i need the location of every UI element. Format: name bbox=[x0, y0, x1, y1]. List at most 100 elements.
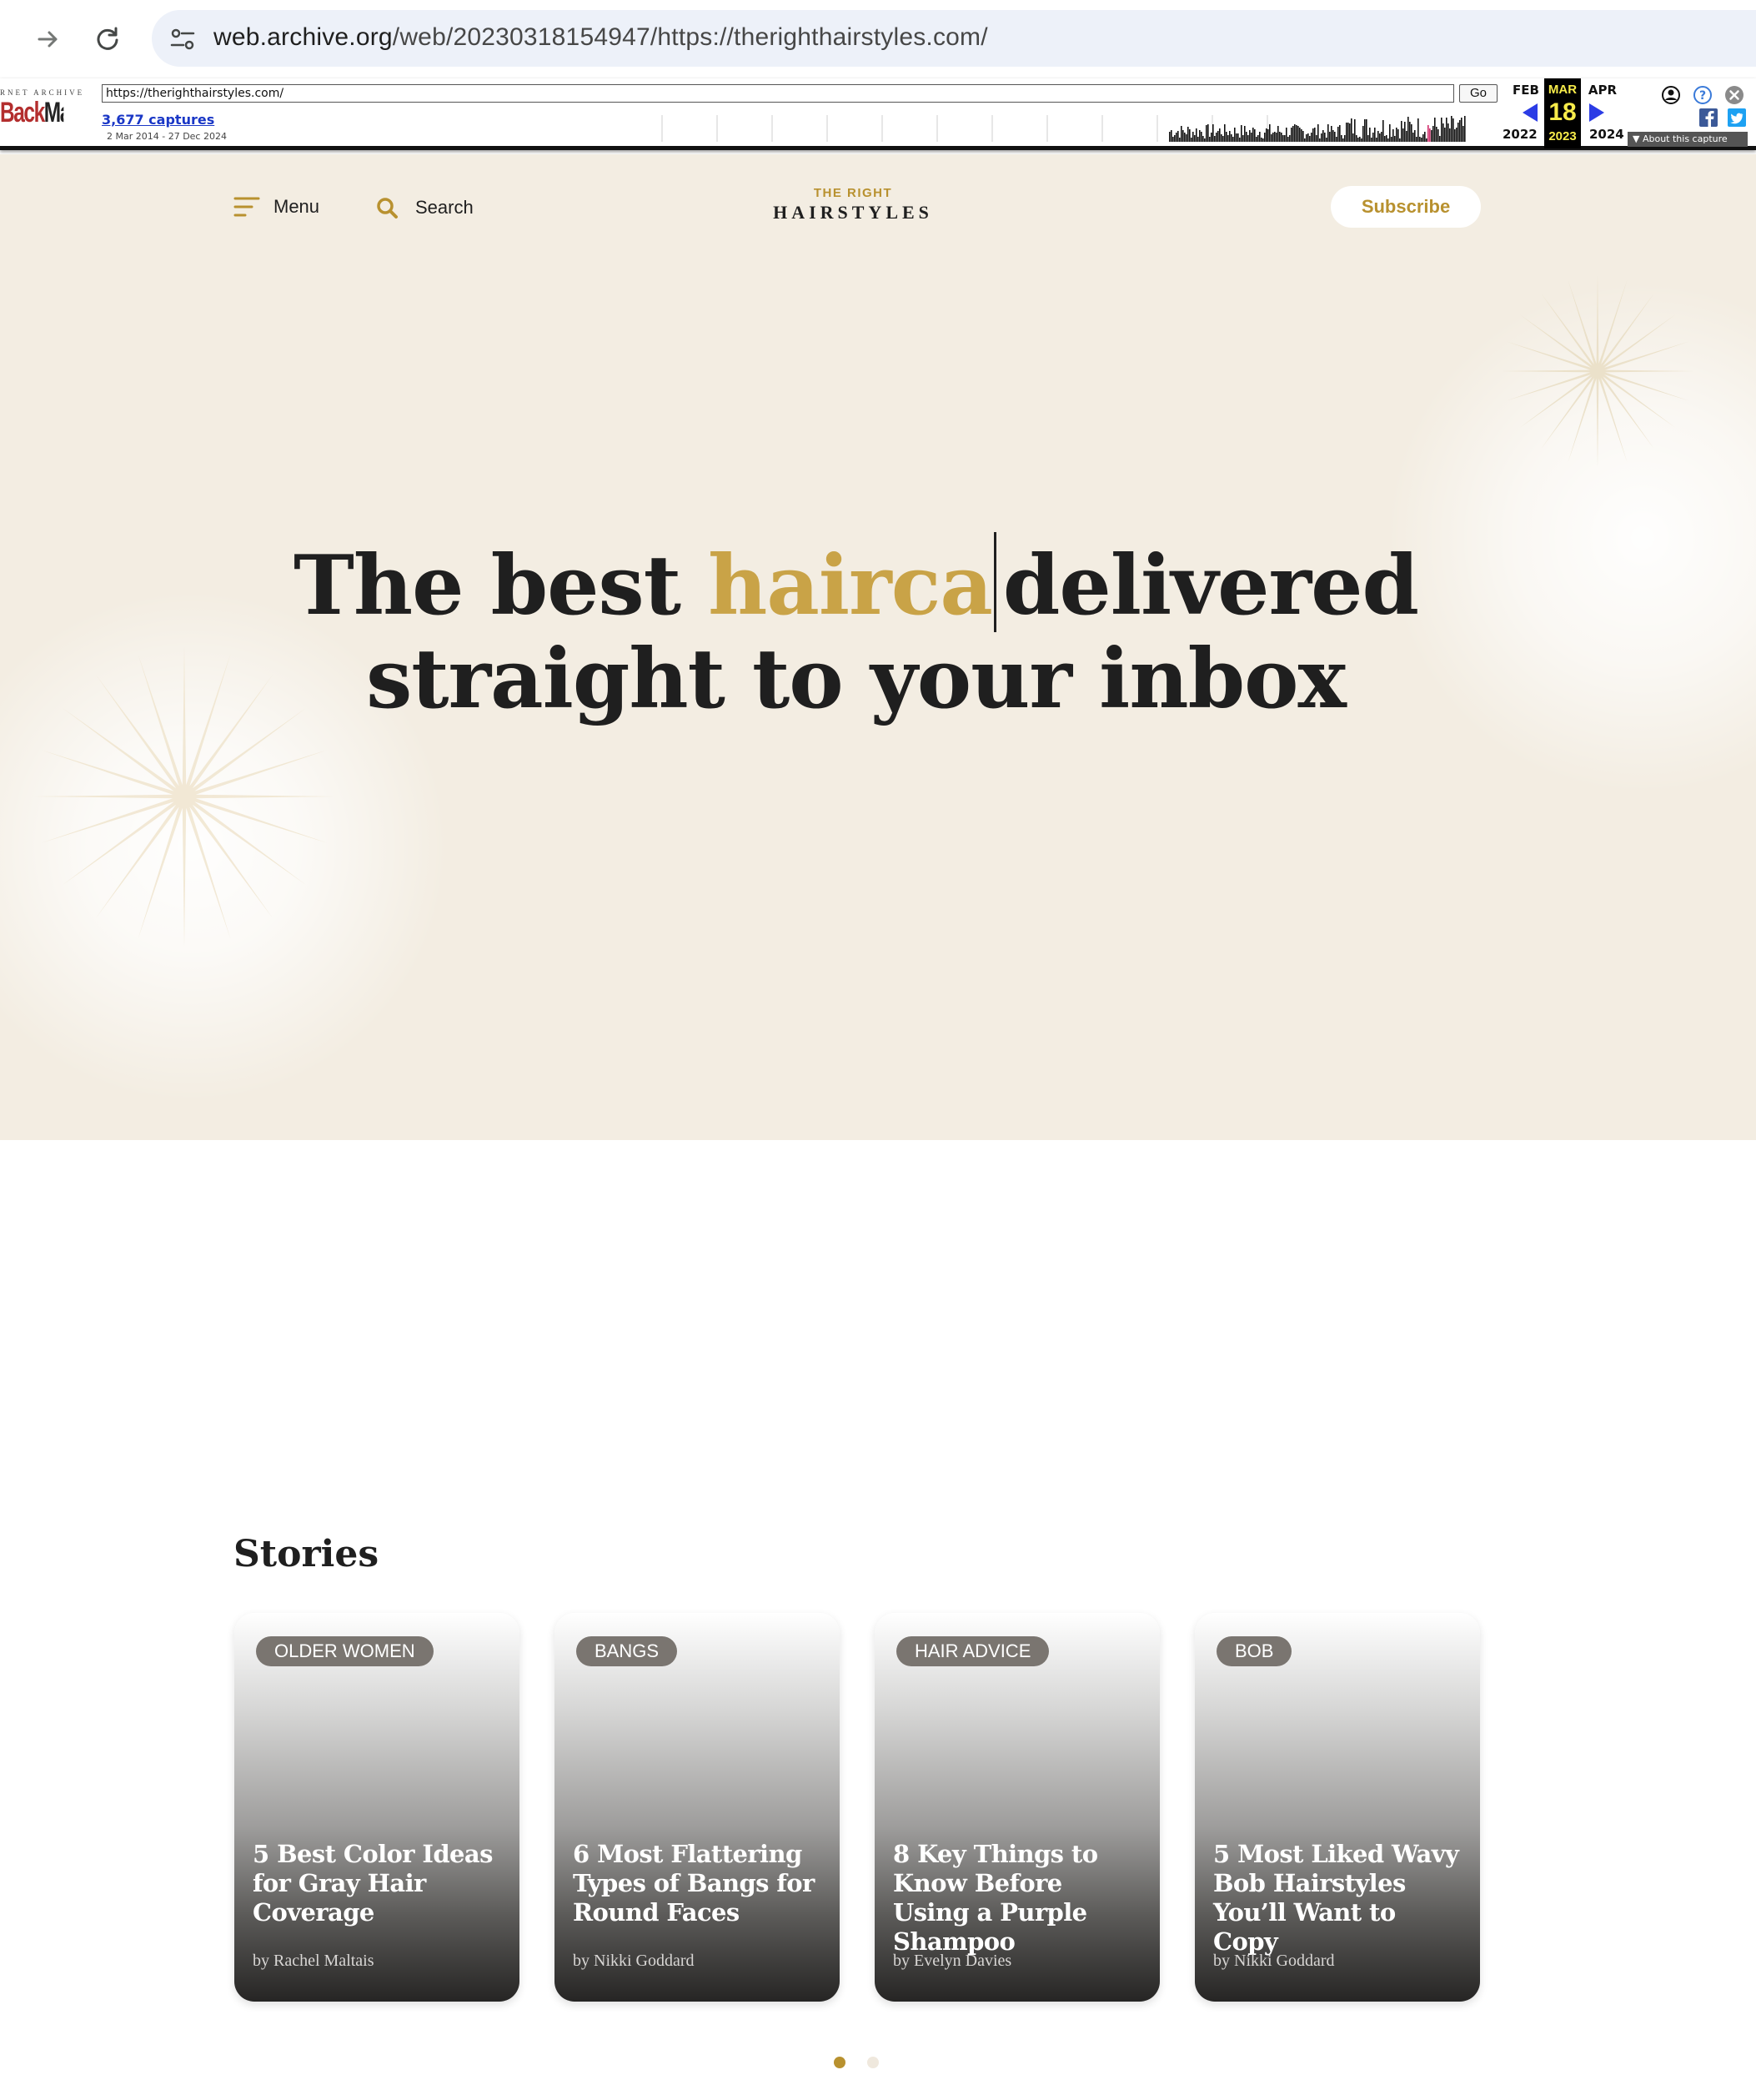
carousel-pagination bbox=[834, 2057, 879, 2068]
account-icon[interactable] bbox=[1661, 85, 1681, 105]
sparkline-bar bbox=[1169, 132, 1171, 142]
wayback-toolbar: RNET ARCHIVE BackMachine Go 3,677 captur… bbox=[0, 78, 1756, 150]
sparkline-bar bbox=[1174, 135, 1176, 142]
story-card[interactable]: OLDER WOMEN 5 Best Color Ideas for Gray … bbox=[234, 1613, 519, 2002]
story-card[interactable]: HAIR ADVICE 8 Key Things to Know Before … bbox=[875, 1613, 1160, 2002]
story-card[interactable]: BANGS 6 Most Flattering Types of Bangs f… bbox=[554, 1613, 840, 2002]
prev-month-link[interactable]: FEB bbox=[1511, 82, 1541, 98]
sparkline-bar bbox=[1329, 132, 1331, 142]
sparkline-bar bbox=[1216, 133, 1217, 142]
current-month: MAR bbox=[1548, 83, 1578, 97]
sparkline-bar bbox=[1376, 138, 1377, 142]
sparkline-bar bbox=[1186, 134, 1187, 142]
reload-icon[interactable] bbox=[87, 18, 128, 60]
sparkline-bar bbox=[1209, 137, 1211, 142]
story-title[interactable]: 6 Most Flattering Types of Bangs for Rou… bbox=[573, 1840, 823, 1927]
sparkline-bar bbox=[1299, 128, 1301, 142]
sparkline-bar bbox=[1377, 131, 1379, 142]
site-logo[interactable]: THE RIGHT HAIRSTYLES bbox=[750, 186, 956, 224]
sparkline-bar bbox=[1257, 135, 1259, 142]
sparkline-bar bbox=[1221, 134, 1222, 142]
story-card[interactable]: BOB 5 Most Liked Wavy Bob Hairstyles You… bbox=[1195, 1613, 1480, 2002]
go-button[interactable]: Go bbox=[1459, 84, 1498, 103]
carousel-dot-active[interactable] bbox=[834, 2057, 845, 2068]
sparkline-bar bbox=[1367, 135, 1369, 142]
sparkline-bar bbox=[1261, 138, 1262, 142]
sparkline-bar bbox=[1434, 118, 1436, 142]
sparkline-bar bbox=[1312, 128, 1314, 142]
sparkline-bar bbox=[1302, 131, 1304, 142]
sparkline-bar bbox=[1284, 135, 1286, 142]
sparkline-bar bbox=[1182, 130, 1184, 142]
next-month-link[interactable]: APR bbox=[1586, 82, 1619, 98]
sparkline-bar bbox=[1431, 130, 1432, 142]
sparkline-bar bbox=[1401, 121, 1402, 142]
sparkline-bar bbox=[1324, 133, 1326, 142]
sparkline-bar bbox=[1429, 128, 1431, 142]
sparkline-bar bbox=[1394, 136, 1396, 142]
twitter-icon[interactable] bbox=[1728, 108, 1748, 128]
svg-text:?: ? bbox=[1699, 89, 1706, 103]
sparkline-bar bbox=[1321, 133, 1322, 142]
subscribe-button[interactable]: Subscribe bbox=[1331, 186, 1481, 228]
sparkline-bar bbox=[1194, 135, 1196, 142]
menu-button[interactable]: Menu bbox=[233, 196, 319, 218]
story-category-badge[interactable]: BANGS bbox=[576, 1636, 678, 1666]
facebook-icon[interactable] bbox=[1699, 108, 1719, 128]
sparkline-bar bbox=[1172, 137, 1174, 142]
sparkline-bar bbox=[1406, 131, 1407, 142]
sparkline-bar bbox=[1381, 132, 1382, 142]
sparkline-bar bbox=[1384, 136, 1386, 142]
story-category-badge[interactable]: OLDER WOMEN bbox=[256, 1636, 434, 1666]
sparkline-bar bbox=[1354, 119, 1356, 142]
sparkline-bar bbox=[1404, 122, 1406, 142]
address-text[interactable]: web.archive.org/web/20230318154947/https… bbox=[213, 23, 988, 52]
captures-sparkline[interactable] bbox=[659, 113, 1471, 142]
sparkline-bar bbox=[1414, 130, 1416, 142]
sparkline-bar bbox=[1212, 124, 1214, 142]
sparkline-bar bbox=[1451, 116, 1452, 142]
sparkline-bar bbox=[1196, 128, 1197, 142]
help-icon[interactable]: ? bbox=[1693, 85, 1713, 105]
address-bar[interactable]: web.archive.org/web/20230318154947/https… bbox=[152, 10, 1756, 67]
close-icon[interactable] bbox=[1724, 85, 1744, 105]
sparkline-bar bbox=[1464, 116, 1466, 142]
captures-link[interactable]: 3,677 captures bbox=[102, 112, 214, 128]
wayback-logo[interactable]: BackMachine bbox=[0, 97, 63, 130]
hero-section: Menu Search THE RIGHT HAIRSTYLES Subscri… bbox=[0, 154, 1756, 1140]
about-this-capture-toggle[interactable]: ▼ About this capture bbox=[1628, 132, 1748, 147]
prev-capture-arrow-icon[interactable] bbox=[1523, 103, 1538, 122]
story-category-badge[interactable]: HAIR ADVICE bbox=[896, 1636, 1050, 1666]
story-title[interactable]: 5 Best Color Ideas for Gray Hair Coverag… bbox=[253, 1840, 503, 1927]
sparkline-bar bbox=[1314, 128, 1316, 142]
sparkline-bar bbox=[1241, 125, 1242, 142]
sparkline-bar bbox=[1452, 118, 1454, 142]
sparkline-bar bbox=[1309, 136, 1311, 142]
sparkline-bar bbox=[1349, 123, 1351, 142]
url-path: /web/20230318154947/https://therighthair… bbox=[392, 23, 988, 51]
carousel-dot[interactable] bbox=[867, 2057, 879, 2068]
site-info-icon[interactable] bbox=[168, 25, 197, 53]
sparkline-bar bbox=[1446, 118, 1447, 142]
sparkline-bar bbox=[1226, 132, 1227, 142]
url-domain: web.archive.org bbox=[213, 23, 393, 51]
prev-year-link[interactable]: 2022 bbox=[1503, 127, 1538, 142]
search-button[interactable]: Search bbox=[375, 196, 474, 219]
story-category-badge[interactable]: BOB bbox=[1217, 1636, 1292, 1666]
sparkline-bar bbox=[1322, 130, 1324, 142]
story-title[interactable]: 8 Key Things to Know Before Using a Purp… bbox=[893, 1840, 1143, 1957]
headline-line2: straight to your inbox bbox=[366, 631, 1347, 727]
headline-typed-word: hairca bbox=[708, 538, 993, 634]
sparkle-decoration-right bbox=[1502, 275, 1693, 467]
next-capture-arrow-icon[interactable] bbox=[1589, 103, 1604, 122]
back-arrow-icon[interactable] bbox=[27, 18, 68, 60]
story-author: by Evelyn Davies bbox=[893, 1952, 1012, 1970]
sparkline-bar bbox=[1416, 137, 1417, 142]
wayback-url-input[interactable] bbox=[102, 84, 1454, 103]
story-title[interactable]: 5 Most Liked Wavy Bob Hairstyles You’ll … bbox=[1213, 1840, 1463, 1957]
next-year-link[interactable]: 2024 bbox=[1589, 127, 1624, 142]
sparkline-bar bbox=[1369, 128, 1371, 142]
sparkline-bar bbox=[1422, 134, 1424, 142]
sparkline-bar bbox=[1224, 124, 1226, 142]
sparkline-bar bbox=[1297, 126, 1299, 142]
